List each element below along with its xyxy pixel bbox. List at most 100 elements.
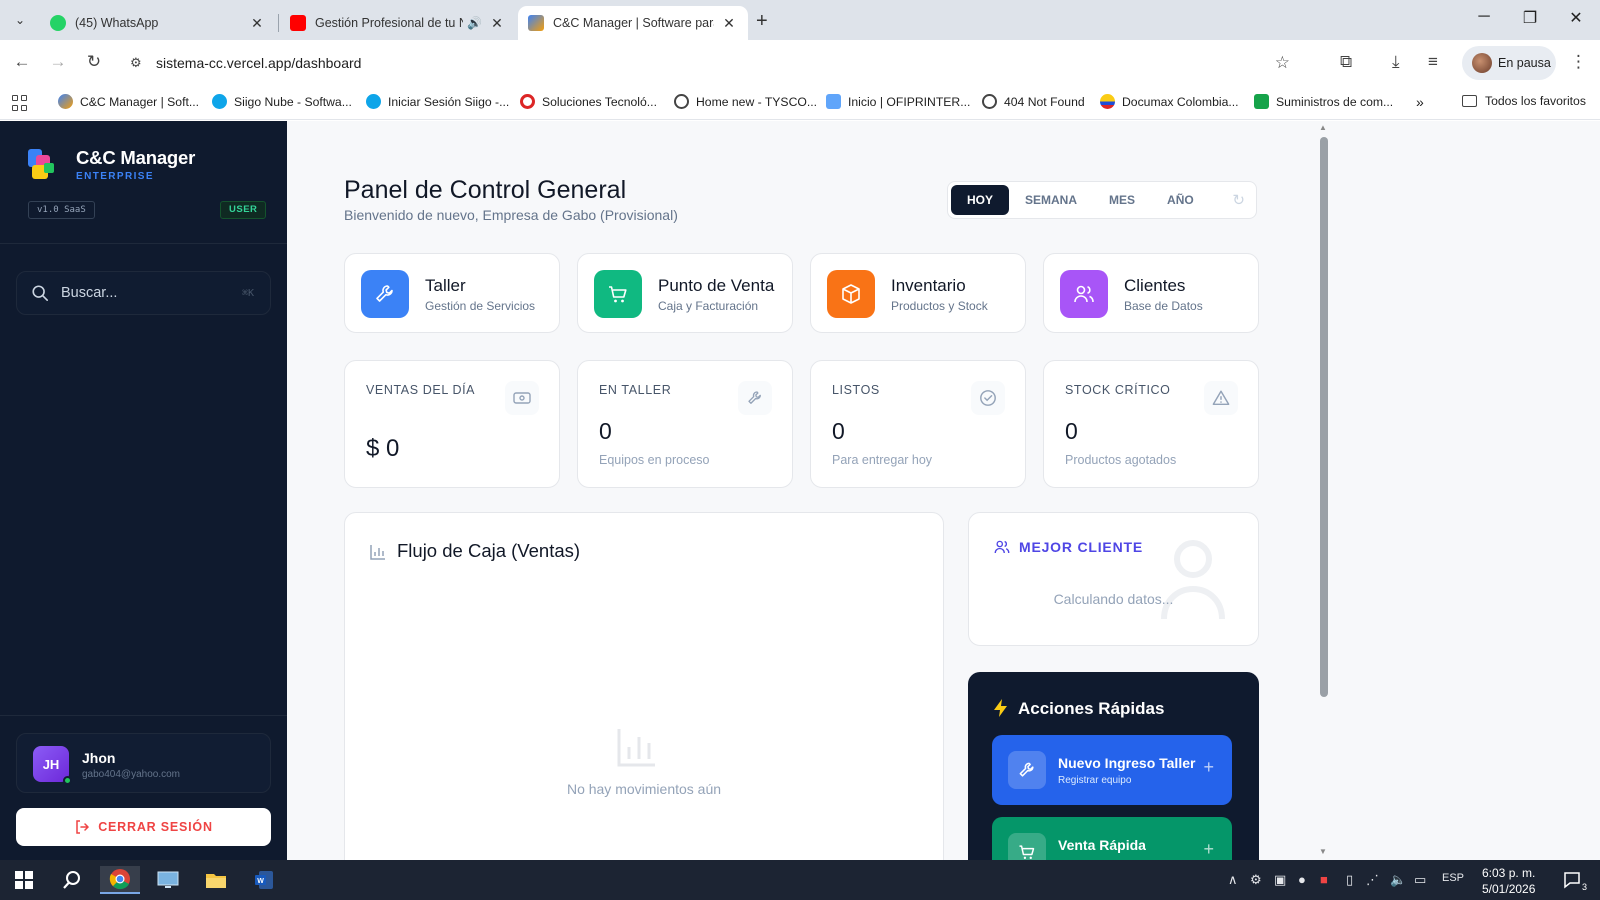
clock-date: 5/01/2026 [1482, 882, 1536, 896]
reload-icon[interactable]: ↻ [83, 52, 105, 72]
bookmark-star-icon[interactable]: ☆ [1275, 53, 1290, 73]
bookmark-item[interactable]: Suministros de com... [1254, 94, 1393, 109]
stat-value: 0 [1065, 418, 1078, 444]
scroll-up-icon[interactable]: ▲ [1319, 123, 1327, 132]
tray-app-icon[interactable]: ● [1298, 872, 1306, 887]
box-icon [827, 270, 875, 318]
logout-button[interactable]: CERRAR SESIÓN [16, 808, 271, 846]
windows-start-icon[interactable] [4, 866, 44, 894]
tab-whatsapp[interactable]: (45) WhatsApp ✕ [40, 6, 276, 40]
module-title: Inventario [891, 276, 966, 295]
media-control-icon[interactable]: ≡ [1428, 52, 1438, 72]
lightning-icon [994, 699, 1007, 717]
scroll-down-icon[interactable]: ▼ [1319, 847, 1327, 856]
close-tab-icon[interactable]: ✕ [248, 15, 266, 32]
module-card-clientes[interactable]: Clientes Base de Datos [1043, 253, 1259, 333]
close-window-icon[interactable]: ✕ [1564, 8, 1588, 28]
brand-subtitle: ENTERPRISE [76, 171, 154, 182]
restore-icon[interactable]: ❐ [1518, 8, 1542, 28]
download-icon[interactable]: ⤓ [1392, 52, 1400, 72]
new-tab-button[interactable]: + [756, 10, 768, 33]
module-card-punto-de-venta[interactable]: Punto de Venta Caja y Facturación [577, 253, 793, 333]
tray-expand-icon[interactable]: ∧ [1228, 872, 1238, 888]
user-email: gabo404@yahoo.com [82, 769, 180, 780]
bookmark-item[interactable]: Siigo Nube - Softwa... [212, 94, 352, 109]
notifications-icon[interactable]: 3 [1552, 866, 1592, 894]
logout-icon [76, 820, 90, 834]
date-range-selector: HOY SEMANA MES AÑO ↻ [947, 181, 1257, 219]
chrome-icon[interactable] [100, 866, 140, 894]
quick-sale-button[interactable]: Venta Rápida + [992, 817, 1232, 860]
refresh-icon[interactable]: ↻ [1232, 191, 1245, 209]
close-tab-icon[interactable]: ✕ [488, 15, 506, 32]
profile-label: En pausa [1498, 56, 1551, 70]
tray-app-icon[interactable]: ▣ [1274, 872, 1286, 888]
windows-taskbar: W ∧ ⚙ ▣ ● ■ ▯ ⋰ 🔈 ▭ ESP 6:03 p. m. 5/01/… [0, 860, 1600, 900]
page-scrollbar[interactable]: ▲ ▼ [1315, 121, 1331, 860]
user-card[interactable]: JH Jhon gabo404@yahoo.com [16, 733, 271, 793]
bookmark-item[interactable]: C&C Manager | Soft... [58, 94, 199, 109]
bookmark-label: Iniciar Sesión Siigo -... [388, 94, 510, 109]
stat-card-ventas: VENTAS DEL DÍA $ 0 [344, 360, 560, 488]
stat-label: LISTOS [832, 383, 880, 397]
bookmark-item[interactable]: Home new - TYSCO... [674, 94, 817, 109]
brand-logo [28, 149, 54, 179]
language-indicator[interactable]: ESP [1442, 872, 1464, 884]
back-icon[interactable]: ← [11, 52, 33, 72]
minimize-icon[interactable]: ─ [1472, 8, 1496, 26]
forward-icon[interactable]: → [47, 52, 69, 72]
battery-icon[interactable]: ▯ [1346, 872, 1353, 888]
module-card-taller[interactable]: Taller Gestión de Servicios [344, 253, 560, 333]
wrench-icon [1008, 751, 1046, 789]
network-icon[interactable]: ⋰ [1366, 872, 1379, 888]
tab-cc-manager[interactable]: C&C Manager | Software para T ✕ [518, 6, 748, 40]
display-icon[interactable]: ▭ [1414, 872, 1426, 888]
bookmark-label: Documax Colombia... [1122, 94, 1239, 109]
site-info-icon[interactable]: ⚙ [130, 55, 148, 71]
stat-label: VENTAS DEL DÍA [366, 383, 476, 397]
bookmark-item[interactable]: 404 Not Found [982, 94, 1085, 109]
bookmark-label: Siigo Nube - Softwa... [234, 94, 352, 109]
all-bookmarks[interactable]: Todos los favoritos [1462, 94, 1586, 108]
speaker-icon[interactable]: 🔊 [467, 16, 482, 30]
range-week[interactable]: SEMANA [1009, 185, 1093, 215]
volume-icon[interactable]: 🔈 [1390, 872, 1406, 888]
close-tab-icon[interactable]: ✕ [720, 15, 738, 32]
url-text[interactable]: sistema-cc.vercel.app/dashboard [156, 55, 361, 71]
search-icon[interactable] [52, 866, 92, 894]
tray-app-icon[interactable]: ⚙ [1250, 872, 1262, 888]
range-month[interactable]: MES [1093, 185, 1151, 215]
omnibox[interactable]: ⚙ sistema-cc.vercel.app/dashboard ☆ [120, 46, 1310, 80]
apps-grid-icon[interactable] [12, 95, 28, 111]
bookmark-item[interactable]: Inicio | OFIPRINTER... [826, 94, 970, 109]
tray-app-icon[interactable]: ■ [1320, 872, 1328, 887]
file-explorer-icon[interactable] [196, 866, 236, 894]
bookmark-item[interactable]: Documax Colombia... [1100, 94, 1239, 109]
range-year[interactable]: AÑO [1151, 185, 1210, 215]
page-title: Panel de Control General [344, 176, 627, 204]
sidebar-search[interactable]: Buscar... ⌘K [16, 271, 271, 315]
clock-time: 6:03 p. m. [1482, 866, 1536, 880]
scrollbar-thumb[interactable] [1320, 137, 1328, 697]
word-icon[interactable]: W [244, 866, 284, 894]
extensions-icon[interactable]: ⧉ [1340, 52, 1352, 72]
new-workshop-entry-button[interactable]: Nuevo Ingreso Taller Registrar equipo + [992, 735, 1232, 805]
bookmark-item[interactable]: Soluciones Tecnoló... [520, 94, 657, 109]
tab-youtube[interactable]: Gestión Profesional de tu N 🔊 ✕ [280, 6, 516, 40]
profile-button[interactable]: En pausa [1462, 46, 1556, 80]
clock[interactable]: 6:03 p. m. 5/01/2026 [1482, 865, 1535, 897]
sidebar-divider [0, 715, 287, 716]
bookmark-label: Home new - TYSCO... [696, 94, 818, 109]
browser-menu-icon[interactable]: ⋮ [1570, 52, 1587, 72]
range-today[interactable]: HOY [951, 185, 1010, 215]
stat-description: Para entregar hoy [832, 453, 933, 467]
tab-search-button[interactable]: ⌄ [8, 8, 32, 32]
siigo-icon [366, 94, 381, 109]
stat-description: Productos agotados [1065, 453, 1177, 467]
module-subtitle: Base de Datos [1124, 299, 1203, 313]
best-client-title: MEJOR CLIENTE [1019, 539, 1143, 555]
module-card-inventario[interactable]: Inventario Productos y Stock [810, 253, 1026, 333]
more-bookmarks-icon[interactable]: » [1416, 94, 1424, 110]
bookmark-item[interactable]: Iniciar Sesión Siigo -... [366, 94, 509, 109]
remote-desktop-icon[interactable] [148, 866, 188, 894]
